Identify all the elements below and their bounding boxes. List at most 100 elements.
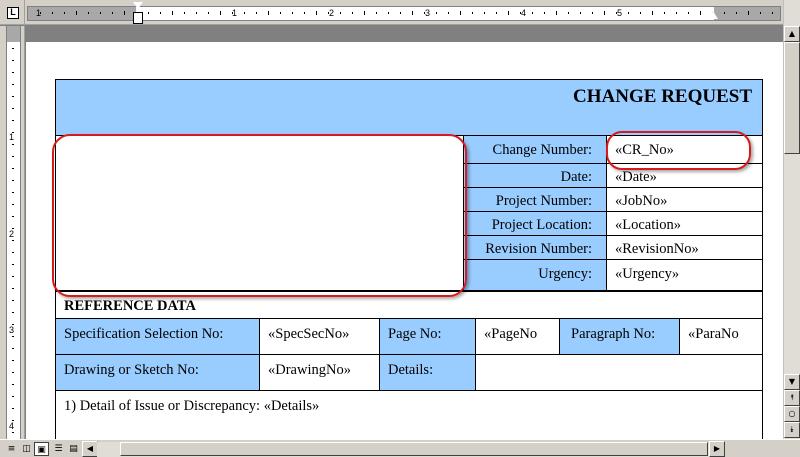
ruler-tick <box>12 396 14 397</box>
ruler-tick <box>76 11 77 15</box>
ruler-tick <box>12 348 14 349</box>
ruler-tick <box>12 312 14 313</box>
left-indent-marker[interactable] <box>133 12 143 24</box>
ruler-tick <box>12 72 14 73</box>
ruler-tick <box>772 12 773 14</box>
ruler-tick <box>220 11 221 15</box>
vertical-scroll-thumb[interactable] <box>784 42 800 154</box>
ruler-tick <box>64 12 65 14</box>
ruler-tick <box>580 12 581 14</box>
ruler-tick <box>196 12 197 14</box>
ruler-tick <box>12 204 14 205</box>
ruler-tick <box>316 11 317 15</box>
ruler-tick <box>484 12 485 14</box>
select-browse-object-button[interactable]: ○ <box>784 406 800 422</box>
ruler-tick <box>12 288 14 289</box>
ruler-tick <box>12 264 14 265</box>
ruler-tick <box>748 11 749 15</box>
ruler-tick <box>12 336 14 337</box>
ruler-tick <box>12 132 14 133</box>
ruler-tick <box>12 96 14 97</box>
ruler-tick <box>700 11 701 15</box>
horizontal-ruler[interactable]: 1 1 2 3 4 5 <box>25 0 783 25</box>
ruler-tick <box>12 168 14 169</box>
scroll-left-button[interactable]: ◀ <box>82 441 98 457</box>
previous-page-button[interactable]: ⯭ <box>784 390 800 406</box>
ruler-tick <box>244 12 245 14</box>
ruler-tick <box>12 420 14 421</box>
ruler-label: 2 <box>329 8 335 18</box>
reading-layout-view-icon[interactable]: ▤ <box>66 442 81 456</box>
right-indent-marker[interactable] <box>708 11 718 19</box>
ruler-label: 3 <box>425 8 431 18</box>
ruler-label: 1 <box>9 132 15 142</box>
ruler-label: 3 <box>9 325 15 335</box>
ruler-tick <box>100 12 101 14</box>
ruler-tick <box>256 12 257 14</box>
scroll-down-button[interactable]: ▼ <box>784 374 800 390</box>
ruler-tick <box>400 12 401 14</box>
first-line-indent-marker[interactable] <box>133 2 143 9</box>
ruler-tick <box>12 192 14 193</box>
ruler-tick <box>676 12 677 14</box>
print-layout-view-icon[interactable]: ▣ <box>34 442 49 456</box>
ruler-tick <box>532 12 533 14</box>
ruler-tick <box>12 408 14 409</box>
ruler-tick <box>12 384 14 385</box>
ruler-tick <box>640 12 641 14</box>
ruler-tick <box>12 156 14 157</box>
ruler-label: 5 <box>617 8 623 18</box>
ruler-tick <box>424 12 425 14</box>
ruler-tick <box>12 324 14 325</box>
ruler-tick <box>280 12 281 14</box>
tab-selector[interactable]: L <box>0 0 25 25</box>
ruler-tick <box>172 11 173 15</box>
ruler-tick <box>40 12 41 14</box>
ruler-tick <box>12 216 14 217</box>
scroll-right-button[interactable]: ▶ <box>709 441 725 457</box>
ruler-tick <box>688 12 689 14</box>
ruler-tick <box>568 12 569 14</box>
ruler-tick <box>160 12 161 14</box>
ruler-tick <box>760 12 761 14</box>
ruler-tick <box>12 276 14 277</box>
ruler-tick <box>232 12 233 14</box>
ruler-tick <box>12 360 14 361</box>
ruler-tick <box>12 180 14 181</box>
ruler-tick <box>12 228 14 229</box>
ruler-tick <box>376 12 377 14</box>
ruler-tick <box>12 252 14 253</box>
ruler-tick <box>88 12 89 14</box>
ruler-tick <box>328 12 329 14</box>
document-page[interactable] <box>26 42 783 439</box>
ruler-tick <box>12 432 14 433</box>
ruler-tick <box>364 11 365 15</box>
next-page-button[interactable]: ⯯ <box>784 422 800 438</box>
ruler-tick <box>628 12 629 14</box>
vertical-ruler[interactable]: 1 2 3 4 <box>0 26 25 439</box>
ruler-tick <box>124 11 125 15</box>
ruler-tick <box>184 12 185 14</box>
ruler-tick <box>52 12 53 14</box>
ruler-tick <box>448 12 449 14</box>
ruler-tick <box>520 12 521 14</box>
horizontal-scroll-thumb[interactable] <box>120 442 708 456</box>
web-layout-view-icon[interactable]: ◫ <box>19 442 34 456</box>
ruler-tick <box>208 12 209 14</box>
ruler-tick <box>664 12 665 14</box>
ruler-tick <box>340 12 341 14</box>
ruler-label: 2 <box>9 229 15 239</box>
ruler-tick <box>724 12 725 14</box>
vertical-scrollbar[interactable]: ▲ ▼ ⯭ ○ ⯯ <box>783 0 800 439</box>
scroll-up-button[interactable]: ▲ <box>784 26 800 42</box>
ruler-tick <box>12 48 14 49</box>
outline-view-icon[interactable]: ☰ <box>51 442 66 456</box>
ruler-label: 4 <box>521 8 527 18</box>
ruler-tick <box>292 12 293 14</box>
ruler-tick <box>652 11 653 15</box>
ruler-tick <box>12 240 14 241</box>
normal-view-icon[interactable]: ≡ <box>4 442 19 456</box>
ruler-tick <box>604 11 605 15</box>
ruler-tick <box>268 11 269 15</box>
ruler-tick <box>112 12 113 14</box>
